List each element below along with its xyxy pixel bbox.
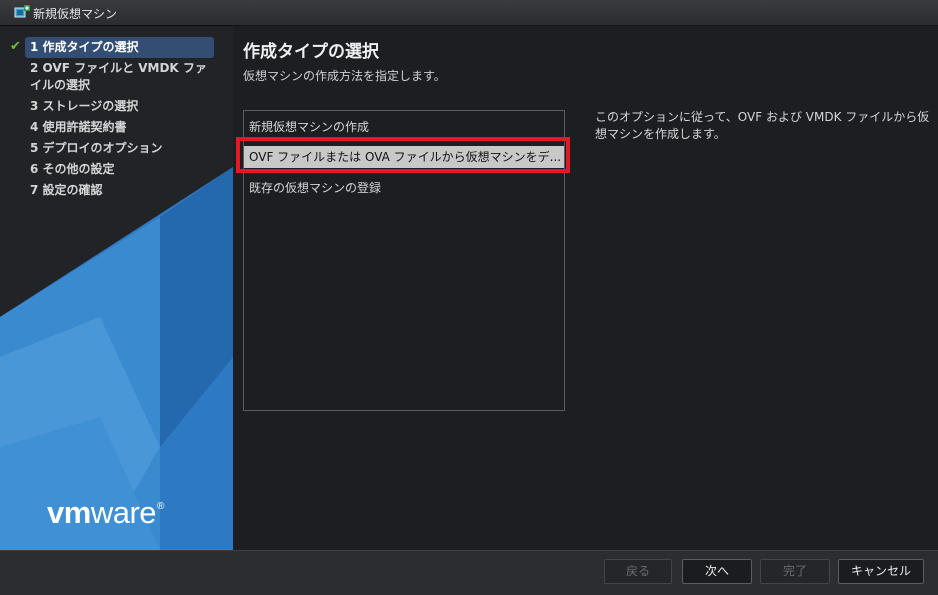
option-deploy-from-ovf-ova[interactable]: OVF ファイルまたは OVA ファイルから仮想マシンをデ...: [244, 146, 564, 168]
option-register-existing-vm[interactable]: 既存の仮想マシンの登録: [244, 177, 564, 199]
title-bar: 新規仮想マシン: [0, 0, 938, 26]
wizard-step-label: 1 作成タイプの選択: [30, 40, 139, 54]
wizard-step-7[interactable]: 7 設定の確認: [0, 180, 233, 201]
checkmark-icon: ✔: [10, 39, 21, 54]
wizard-step-label: 2 OVF ファイルと VMDK ファイルの選択: [30, 61, 207, 92]
wizard-step-label: 6 その他の設定: [30, 162, 115, 176]
wizard-step-label: 7 設定の確認: [30, 183, 103, 197]
option-create-new-vm[interactable]: 新規仮想マシンの作成: [244, 116, 564, 138]
window-title: 新規仮想マシン: [33, 7, 118, 21]
back-button[interactable]: 戻る: [604, 559, 672, 584]
wizard-content: 作成タイプの選択 仮想マシンの作成方法を指定します。 新規仮想マシンの作成 OV…: [233, 27, 938, 550]
wizard-step-label: 4 使用許諾契約書: [30, 120, 127, 134]
wizard-step-1[interactable]: ✔ 1 作成タイプの選択: [0, 37, 233, 58]
wizard-footer: 戻る 次へ 完了 キャンセル: [0, 550, 938, 595]
cancel-button[interactable]: キャンセル: [838, 559, 924, 584]
wizard-steps: ✔ 1 作成タイプの選択 2 OVF ファイルと VMDK ファイルの選択 3 …: [0, 37, 233, 201]
wizard-step-5[interactable]: 5 デプロイのオプション: [0, 138, 233, 159]
vmware-logo: vmware®: [47, 495, 164, 531]
option-description: このオプションに従って、OVF および VMDK ファイルから仮想マシンを作成し…: [595, 110, 930, 141]
wizard-step-label: 3 ストレージの選択: [30, 99, 139, 113]
creation-type-list: 新規仮想マシンの作成 OVF ファイルまたは OVA ファイルから仮想マシンをデ…: [243, 110, 565, 411]
wizard-step-6[interactable]: 6 その他の設定: [0, 159, 233, 180]
logo-text-bold: vm: [47, 495, 91, 530]
wizard-step-3[interactable]: 3 ストレージの選択: [0, 96, 233, 117]
registered-mark: ®: [157, 501, 164, 512]
page-title: 作成タイプの選択: [243, 42, 379, 62]
wizard-step-4[interactable]: 4 使用許諾契約書: [0, 117, 233, 138]
finish-button[interactable]: 完了: [760, 559, 830, 584]
vm-app-icon: [14, 5, 30, 18]
wizard-step-label: 5 デプロイのオプション: [30, 141, 163, 155]
wizard-step-2[interactable]: 2 OVF ファイルと VMDK ファイルの選択: [0, 58, 233, 96]
logo-text: ware: [90, 495, 157, 530]
page-subtitle: 仮想マシンの作成方法を指定します。: [243, 69, 446, 83]
wizard-sidebar: ✔ 1 作成タイプの選択 2 OVF ファイルと VMDK ファイルの選択 3 …: [0, 27, 233, 550]
next-button[interactable]: 次へ: [682, 559, 752, 584]
